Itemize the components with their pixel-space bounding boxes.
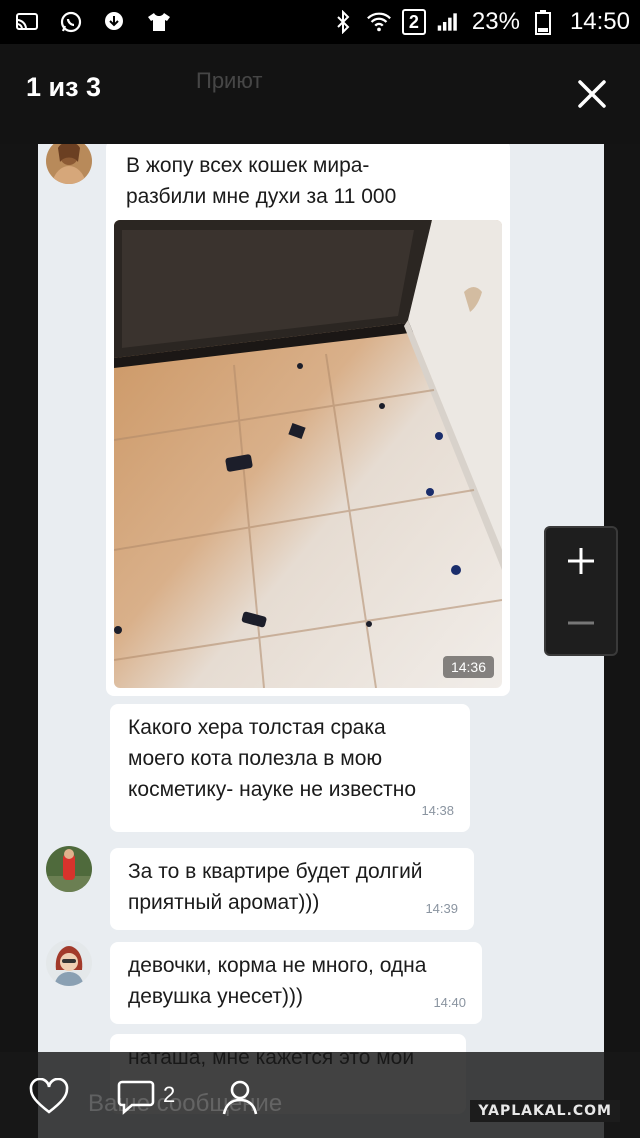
- avatar: [46, 846, 92, 892]
- bottom-action-bar: Ваше сообщение 2 YAPLAKAL.COM: [0, 1052, 640, 1138]
- close-button[interactable]: [574, 76, 610, 112]
- battery-icon: [530, 10, 556, 35]
- message-bubble: Какого хера толстая срака моего кота пол…: [110, 704, 470, 832]
- zoom-out-button[interactable]: [546, 592, 616, 654]
- message-text: В жопу всех кошек мира- разбили мне духи…: [126, 154, 397, 208]
- status-bar: 2 23% 14:50: [0, 0, 640, 44]
- message-time: 14:38: [421, 803, 454, 818]
- avatar: [46, 940, 92, 986]
- share-button[interactable]: [218, 1076, 262, 1121]
- watermark: YAPLAKAL.COM: [470, 1100, 620, 1122]
- attachment-time: 14:36: [442, 656, 494, 678]
- photo-attachment[interactable]: 14:36: [114, 220, 502, 688]
- download-icon: [102, 11, 128, 33]
- photo-viewer-screen: 2 23% 14:50 В жопу всех кошек мира- разб…: [0, 0, 640, 1138]
- plus-icon: [568, 548, 594, 574]
- message-bubble: девочки, корма не много, одна девушка ун…: [110, 942, 482, 1024]
- like-button[interactable]: [28, 1077, 70, 1121]
- comments-count: 2: [163, 1082, 176, 1107]
- signal-icon: [436, 11, 462, 33]
- sim-badge: 2: [401, 9, 426, 35]
- photo-left-edge: [0, 144, 38, 1138]
- viewer-header: Приют 1 из 3: [0, 44, 640, 144]
- avatar: [46, 144, 92, 184]
- heart-icon: [29, 1077, 69, 1114]
- message-text: За то в квартире будет долгий приятный а…: [128, 860, 423, 914]
- battery-level: 23%: [471, 8, 520, 35]
- whatsapp-icon: [58, 11, 84, 33]
- share-icon: [222, 1080, 258, 1115]
- message-time: 14:39: [425, 901, 458, 916]
- minus-icon: [568, 621, 594, 625]
- message-bubble: За то в квартире будет долгий приятный а…: [110, 848, 474, 930]
- zoom-control: [544, 526, 618, 656]
- message-text: девочки, корма не много, одна девушка ун…: [128, 954, 427, 1008]
- tshirt-icon: [146, 11, 172, 33]
- broken-perfume-photo: [114, 220, 502, 688]
- comment-icon: [117, 1080, 155, 1115]
- close-icon: [578, 80, 606, 108]
- chat-screenshot-photo: В жопу всех кошек мира- разбили мне духи…: [38, 144, 604, 1138]
- chat-title-behind: Приют: [196, 68, 263, 93]
- message-text: Какого хера толстая срака моего кота пол…: [128, 716, 417, 801]
- cast-icon: [14, 11, 40, 33]
- zoom-in-button[interactable]: [546, 530, 616, 592]
- bluetooth-icon: [330, 10, 356, 34]
- clock: 14:50: [569, 8, 630, 35]
- message-time: 14:40: [433, 995, 466, 1010]
- photo-counter: 1 из 3: [26, 72, 102, 102]
- comments-button[interactable]: [116, 1078, 156, 1121]
- wifi-icon: [366, 11, 392, 33]
